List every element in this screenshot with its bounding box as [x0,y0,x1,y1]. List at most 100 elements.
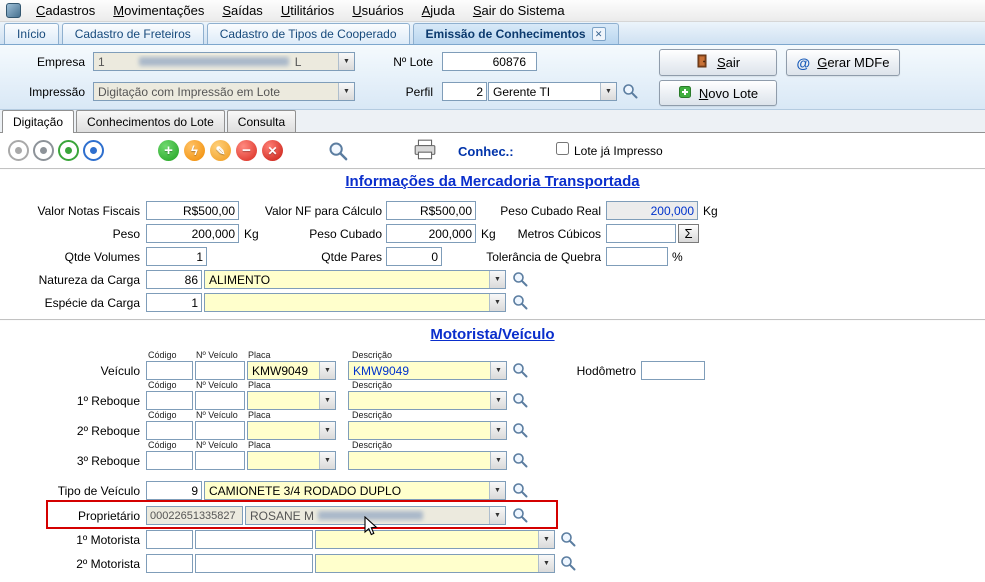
chevron-down-icon[interactable]: ▼ [490,422,506,439]
veiculo-placa-combo[interactable]: KMW9049 ▼ [247,361,336,380]
especie-search-icon[interactable] [512,294,530,312]
subtab-consulta[interactable]: Consulta [226,110,297,132]
edit-record-icon[interactable]: ✎ [210,140,231,161]
valor-nf-calculo-input[interactable] [386,201,476,220]
motorista2-doc-input[interactable] [195,554,313,573]
natureza-code-input[interactable] [146,270,202,289]
tipo-veiculo-combo[interactable]: CAMIONETE 3/4 RODADO DUPLO ▼ [204,481,506,500]
lightning-icon[interactable]: ϟ [184,140,205,161]
reboque3-placa-combo[interactable]: ▼ [247,451,336,470]
chevron-down-icon[interactable]: ▼ [319,452,335,469]
proprietario-search-icon[interactable] [512,507,530,525]
perfil-code-input[interactable] [442,82,487,101]
tipo-veiculo-code-input[interactable] [146,481,202,500]
gerar-mdfe-button[interactable]: @ Gerar MDFe [786,49,900,76]
metros-cubicos-input[interactable] [606,224,676,243]
lote-ja-impresso-checkbox[interactable] [556,142,569,155]
perfil-search-icon[interactable] [622,83,640,101]
veiculo-codigo-input[interactable] [146,361,193,380]
reboque2-codigo-input[interactable] [146,421,193,440]
motorista2-codigo-input[interactable] [146,554,193,573]
tab-inicio[interactable]: Início [4,23,59,44]
veiculo-descricao-combo[interactable]: KMW9049 ▼ [348,361,507,380]
chevron-down-icon[interactable]: ▼ [490,362,506,379]
nlote-input[interactable] [442,52,537,71]
perfil-combo[interactable]: Gerente TI ▼ [488,82,617,101]
motorista2-combo[interactable]: ▼ [315,554,555,573]
reboque3-codigo-input[interactable] [146,451,193,470]
menu-usuarios[interactable]: Usuários [343,0,412,21]
nav-last-icon[interactable] [83,140,104,161]
reboque1-codigo-input[interactable] [146,391,193,410]
menu-saidas[interactable]: Saídas [213,0,271,21]
chevron-down-icon[interactable]: ▼ [319,422,335,439]
impressao-combo[interactable]: Digitação com Impressão em Lote ▼ [93,82,355,101]
nav-first-icon[interactable] [8,140,29,161]
reboque2-descricao-combo[interactable]: ▼ [348,421,507,440]
peso-cubado-input[interactable] [386,224,476,243]
qtde-volumes-input[interactable] [146,247,207,266]
empresa-combo[interactable]: 1L ▼ [93,52,355,71]
chevron-down-icon[interactable]: ▼ [600,83,616,100]
menu-utilitarios[interactable]: Utilitários [272,0,343,21]
reboque1-search-icon[interactable] [512,392,530,410]
reboque2-nveiculo-input[interactable] [195,421,245,440]
chevron-down-icon[interactable]: ▼ [490,392,506,409]
motorista1-combo[interactable]: ▼ [315,530,555,549]
motorista1-codigo-input[interactable] [146,530,193,549]
peso-input[interactable] [146,224,239,243]
chevron-down-icon[interactable]: ▼ [489,294,505,311]
veiculo-search-icon[interactable] [512,362,530,380]
reboque3-descricao-combo[interactable]: ▼ [348,451,507,470]
natureza-combo[interactable]: ALIMENTO ▼ [204,270,506,289]
novo-lote-button[interactable]: Novo Lote [659,80,777,106]
tab-cadastro-de-freteiros[interactable]: Cadastro de Freteiros [61,23,204,44]
reboque1-placa-combo[interactable]: ▼ [247,391,336,410]
nav-prev-icon[interactable] [33,140,54,161]
tolerancia-input[interactable] [606,247,668,266]
chevron-down-icon[interactable]: ▼ [319,362,335,379]
menu-ajuda[interactable]: Ajuda [413,0,464,21]
motorista1-doc-input[interactable] [195,530,313,549]
reboque3-nveiculo-input[interactable] [195,451,245,470]
add-record-icon[interactable]: + [158,140,179,161]
chevron-down-icon[interactable]: ▼ [319,392,335,409]
reboque1-nveiculo-input[interactable] [195,391,245,410]
hodometro-input[interactable] [641,361,705,380]
reboque3-search-icon[interactable] [512,452,530,470]
motorista2-search-icon[interactable] [560,555,578,573]
menu-cadastros[interactable]: Cadastros [27,0,104,21]
reboque2-placa-combo[interactable]: ▼ [247,421,336,440]
natureza-search-icon[interactable] [512,271,530,289]
tab-cadastro-de-tipos-de-cooperado[interactable]: Cadastro de Tipos de Cooperado [206,23,410,44]
reboque2-search-icon[interactable] [512,422,530,440]
especie-code-input[interactable] [146,293,202,312]
motorista1-search-icon[interactable] [560,531,578,549]
chevron-down-icon[interactable]: ▼ [338,83,354,100]
tipo-veiculo-search-icon[interactable] [512,482,530,500]
chevron-down-icon[interactable]: ▼ [489,482,505,499]
chevron-down-icon[interactable]: ▼ [489,507,505,524]
chevron-down-icon[interactable]: ▼ [538,531,554,548]
close-tab-icon[interactable]: ✕ [591,27,606,41]
search-icon[interactable] [328,141,348,161]
cancel-record-icon[interactable]: ✕ [262,140,283,161]
valor-notas-fiscais-input[interactable] [146,201,239,220]
nav-next-icon[interactable] [58,140,79,161]
printer-icon[interactable] [413,139,437,164]
proprietario-combo[interactable]: ROSANE M ▼ [245,506,506,525]
qtde-pares-input[interactable] [386,247,442,266]
subtab-digitacao[interactable]: Digitação [2,110,75,133]
subtab-conhecimentos-do-lote[interactable]: Conhecimentos do Lote [76,110,225,132]
especie-combo[interactable]: ▼ [204,293,506,312]
chevron-down-icon[interactable]: ▼ [490,452,506,469]
sair-button[interactable]: Sair [659,49,777,76]
veiculo-nveiculo-input[interactable] [195,361,245,380]
reboque1-descricao-combo[interactable]: ▼ [348,391,507,410]
menu-sair-do-sistema[interactable]: Sair do Sistema [464,0,574,21]
chevron-down-icon[interactable]: ▼ [338,53,354,70]
delete-record-icon[interactable]: − [236,140,257,161]
menu-movimentacoes[interactable]: Movimentações [104,0,213,21]
sigma-sum-button[interactable]: Σ [678,224,699,243]
tab-emissao-de-conhecimentos[interactable]: Emissão de Conhecimentos ✕ [412,23,619,44]
